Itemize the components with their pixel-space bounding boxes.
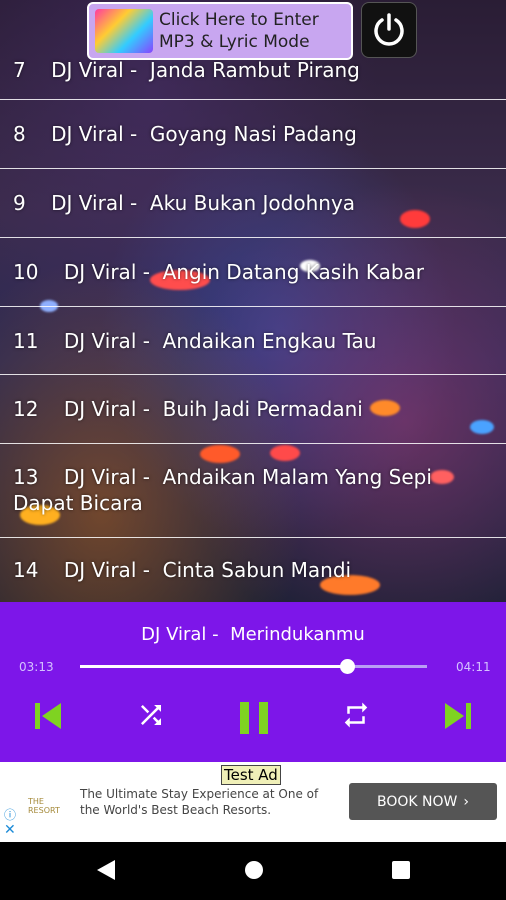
- ad-banner-text: Click Here to Enter MP3 & Lyric Mode: [159, 9, 319, 53]
- list-item[interactable]: 10 DJ Viral - Angin Datang Kasih Kabar: [0, 238, 506, 307]
- repeat-icon: [344, 702, 368, 728]
- skip-previous-icon: [35, 703, 61, 729]
- song-title: 8 DJ Viral - Goyang Nasi Padang: [13, 122, 357, 146]
- previous-button[interactable]: [30, 698, 66, 734]
- song-title: 13 DJ Viral - Andaikan Malam Yang Sepi D…: [13, 465, 439, 515]
- song-title: 11 DJ Viral - Andaikan Engkau Tau: [13, 328, 377, 353]
- top-banner-ad[interactable]: Click Here to Enter MP3 & Lyric Mode: [87, 2, 353, 60]
- chevron-right-icon: ›: [463, 793, 469, 810]
- shuffle-icon: [141, 705, 161, 725]
- seek-bar-progress: [80, 665, 348, 668]
- now-playing-title: DJ Viral - Merindukanmu: [141, 624, 365, 645]
- back-nav-icon[interactable]: [95, 858, 117, 882]
- book-now-button[interactable]: BOOK NOW ›: [349, 783, 497, 820]
- seek-thumb[interactable]: [340, 659, 356, 674]
- ad-close-icon[interactable]: ✕: [4, 822, 16, 838]
- song-title: 14 DJ Viral - Cinta Sabun Mandi: [13, 558, 352, 582]
- ad-thumbnail: [95, 9, 153, 53]
- ad-text: The Ultimate Stay Experience at One of t…: [80, 787, 319, 817]
- list-item[interactable]: 14 DJ Viral - Cinta Sabun Mandi: [0, 538, 506, 602]
- home-nav-icon[interactable]: [243, 858, 265, 882]
- music-player: DJ Viral - Merindukanmu 03:13 04:11: [0, 602, 506, 762]
- repeat-button[interactable]: [339, 698, 373, 732]
- skip-next-icon: [445, 703, 471, 729]
- ad-line-2: MP3 & Lyric Mode: [159, 32, 310, 52]
- pause-button[interactable]: [234, 698, 274, 738]
- seek-bar[interactable]: [80, 659, 427, 674]
- list-item[interactable]: 11 DJ Viral - Andaikan Engkau Tau: [0, 307, 506, 375]
- song-title: 7 DJ Viral - Janda Rambut Pirang: [13, 57, 360, 82]
- list-item[interactable]: 12 DJ Viral - Buih Jadi Permadani: [0, 375, 506, 444]
- shuffle-button[interactable]: [134, 698, 168, 732]
- song-title: 9 DJ Viral - Aku Bukan Jodohnya: [13, 191, 356, 215]
- ad-info-icon[interactable]: ⓘ: [4, 806, 16, 823]
- ad-line-1: Click Here to Enter: [159, 10, 319, 30]
- total-time: 04:11: [456, 660, 491, 674]
- test-ad-label: Test Ad: [221, 765, 281, 785]
- pause-icon: [240, 702, 268, 734]
- power-icon: [374, 13, 404, 46]
- list-item[interactable]: 13 DJ Viral - Andaikan Malam Yang Sepi D…: [0, 444, 506, 538]
- bottom-banner-ad[interactable]: Test Ad THE RESORT The Ultimate Stay Exp…: [0, 762, 506, 842]
- ad-logo: THE RESORT: [28, 786, 68, 826]
- android-nav-bar: [0, 842, 506, 900]
- song-list: 7 DJ Viral - Janda Rambut Pirang 8 DJ Vi…: [0, 0, 506, 602]
- song-title: 10 DJ Viral - Angin Datang Kasih Kabar: [13, 260, 425, 284]
- elapsed-time: 03:13: [19, 660, 54, 674]
- list-item[interactable]: 9 DJ Viral - Aku Bukan Jodohnya: [0, 169, 506, 238]
- list-item[interactable]: 8 DJ Viral - Goyang Nasi Padang: [0, 100, 506, 169]
- logo-text: THE RESORT: [28, 797, 60, 815]
- song-title: 12 DJ Viral - Buih Jadi Permadani: [13, 397, 363, 421]
- next-button[interactable]: [440, 698, 476, 734]
- book-now-label: BOOK NOW: [377, 793, 458, 810]
- recents-nav-icon[interactable]: [390, 858, 412, 882]
- power-button[interactable]: [361, 2, 417, 58]
